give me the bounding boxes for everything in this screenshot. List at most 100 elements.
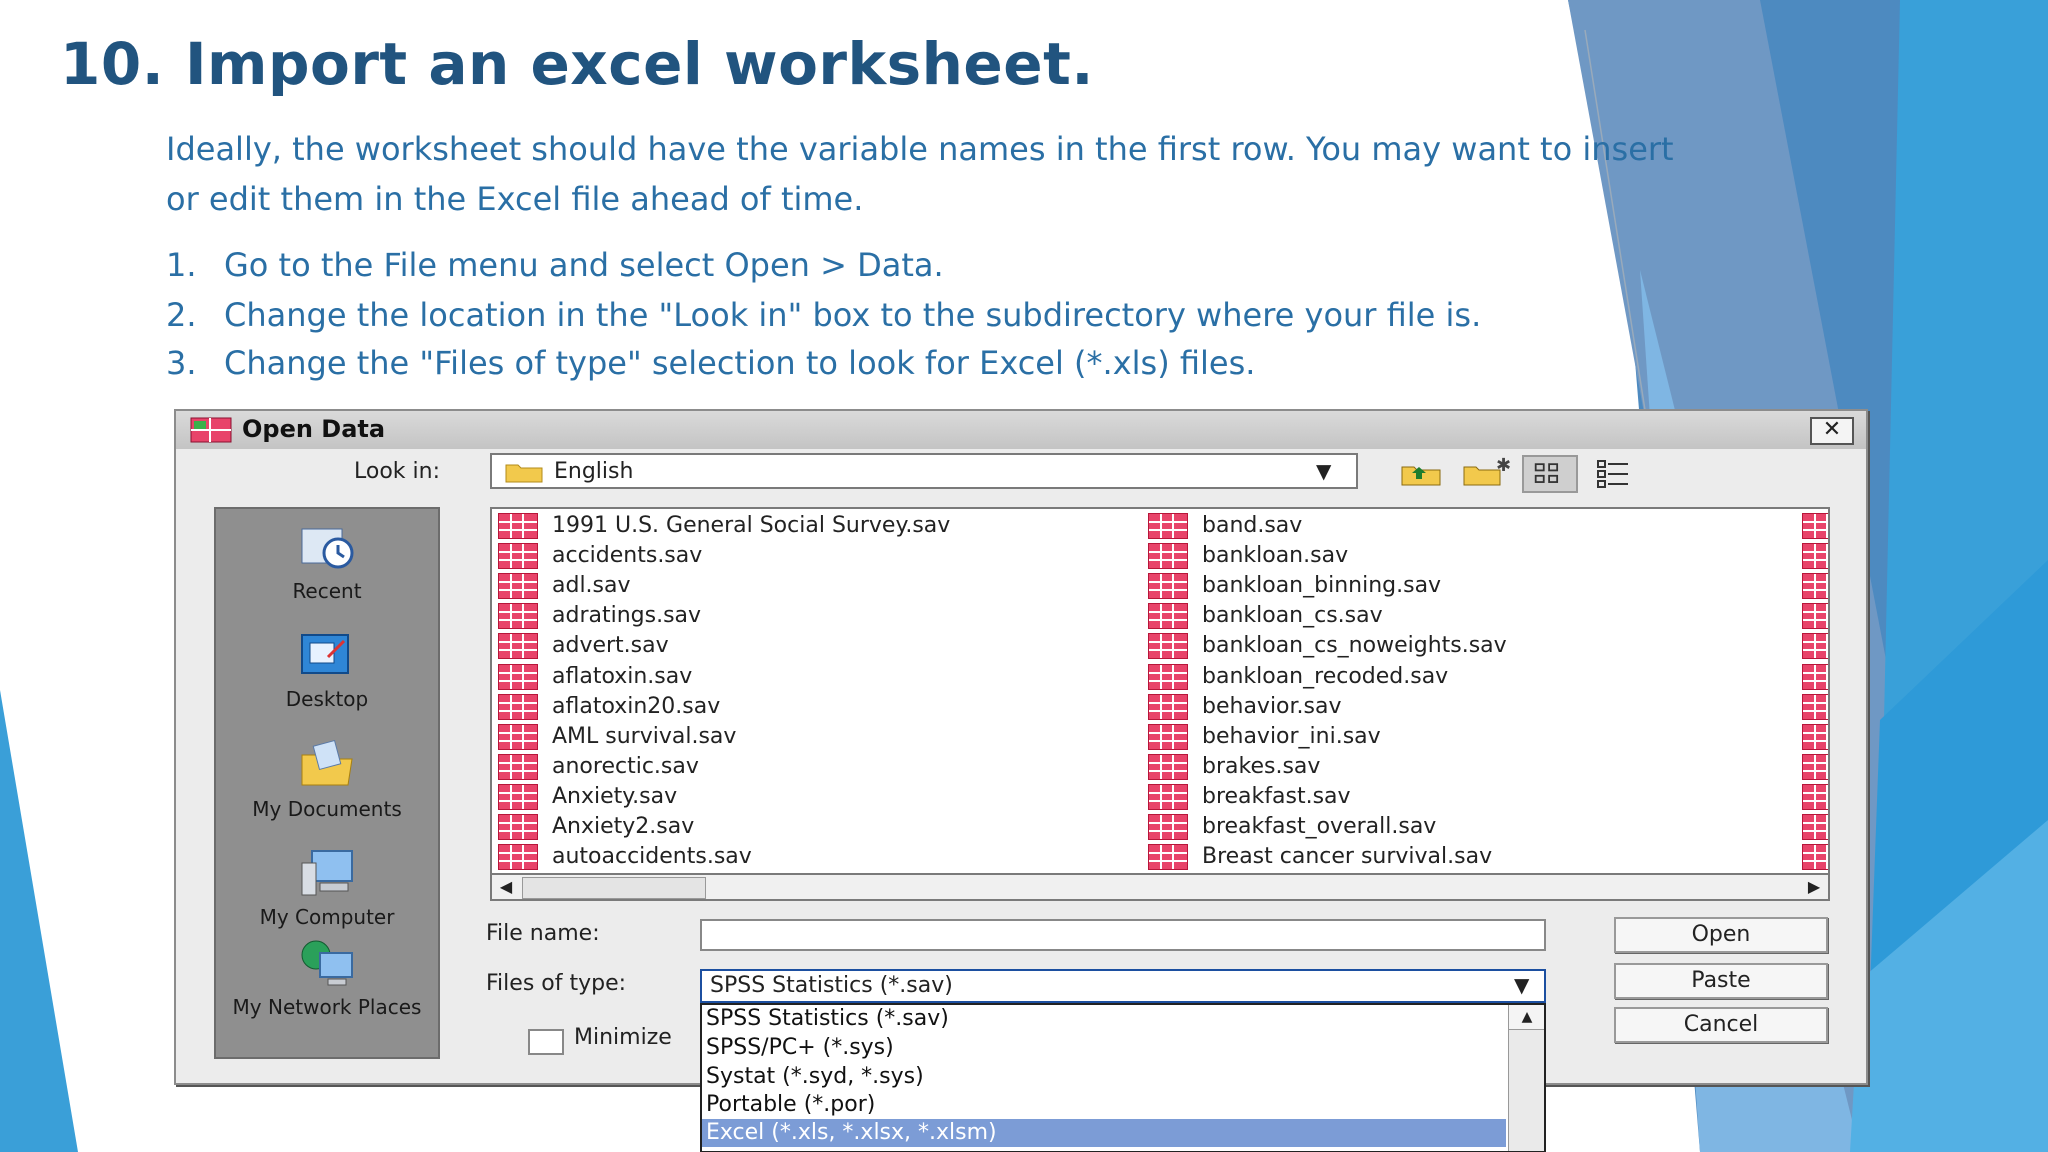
slide-title: 10. Import an excel worksheet. <box>60 30 1094 98</box>
scrollbar-thumb[interactable] <box>522 877 706 899</box>
file-name-label: File name: <box>486 921 600 946</box>
place-label: My Computer <box>259 905 395 929</box>
type-option[interactable]: Portable (*.por) <box>702 1091 1506 1119</box>
file-name: breakfast.sav <box>1202 783 1351 809</box>
up-folder-icon[interactable] <box>1394 455 1450 493</box>
place-recent[interactable]: Recent <box>216 519 438 603</box>
scroll-left-icon[interactable]: ◀ <box>492 875 520 899</box>
sav-file-icon <box>498 844 538 871</box>
sav-file-icon <box>1802 603 1828 630</box>
sav-file-icon <box>498 513 538 539</box>
file-name: aflatoxin20.sav <box>552 693 721 719</box>
documents-icon <box>301 739 353 786</box>
file-name: behavior.sav <box>1202 693 1342 719</box>
files-of-type-dropdown: SPSS Statistics (*.sav) SPSS/PC+ (*.sys)… <box>700 1003 1546 1152</box>
sav-file-icon <box>498 814 538 840</box>
file-name: advert.sav <box>552 633 669 659</box>
dialog-titlebar[interactable]: Open Data ✕ <box>176 411 1866 449</box>
paste-button[interactable]: Paste <box>1614 963 1828 999</box>
open-button[interactable]: Open <box>1614 917 1828 953</box>
file-name: behavior_ini.sav <box>1202 723 1381 749</box>
file-name: band.sav <box>1202 513 1303 538</box>
file-name: autoaccidents.sav <box>552 844 752 870</box>
cancel-button[interactable]: Cancel <box>1614 1007 1828 1043</box>
sav-file-icon <box>498 723 538 750</box>
step-1: 1. Go to the File menu and select Open > … <box>166 246 944 284</box>
sav-file-icon <box>1802 723 1828 750</box>
sav-file-icon <box>1802 814 1828 840</box>
look-in-value: English <box>554 459 634 484</box>
sav-file-icon <box>1148 814 1188 840</box>
sav-file-icon <box>498 603 538 630</box>
files-of-type-value: SPSS Statistics (*.sav) <box>710 973 953 998</box>
sav-file-icon <box>1148 603 1188 630</box>
place-my-documents[interactable]: My Documents <box>216 737 438 821</box>
sav-file-icon <box>1148 693 1188 720</box>
slide: 10. Import an excel worksheet. Ideally, … <box>0 0 2048 1152</box>
close-button[interactable]: ✕ <box>1810 417 1854 445</box>
file-name-input[interactable] <box>700 919 1546 951</box>
type-option[interactable]: SPSS Statistics (*.sav) <box>702 1005 1506 1033</box>
sav-file-icon <box>498 573 538 600</box>
details-view-icon[interactable] <box>1586 455 1642 493</box>
sav-file-icon <box>1148 844 1188 871</box>
computer-icon <box>301 850 353 896</box>
sav-file-icon <box>498 543 538 570</box>
step-text: Go to the File menu and select Open > Da… <box>224 246 944 284</box>
sav-file-icon <box>1148 573 1188 600</box>
sav-file-icon <box>1802 663 1828 690</box>
file-name: Anxiety.sav <box>552 783 678 809</box>
file-name: bankloan.sav <box>1202 543 1349 569</box>
look-in-select[interactable]: English ▼ <box>490 453 1358 489</box>
file-name: Anxiety2.sav <box>552 814 695 839</box>
file-name: aflatoxin.sav <box>552 663 693 689</box>
files-of-type-select[interactable]: SPSS Statistics (*.sav) ▼ <box>700 969 1546 1003</box>
file-name: bankloan_cs_noweights.sav <box>1202 633 1507 659</box>
scroll-up-icon[interactable]: ▲ <box>1509 1005 1544 1030</box>
type-option[interactable]: SPSS/PC+ (*.sys) <box>702 1034 1506 1062</box>
place-label: Recent <box>292 579 362 603</box>
minimize-checkbox[interactable] <box>528 1029 564 1055</box>
open-data-dialog: Open Data ✕ Look in: English ▼ ✱ Recent … <box>174 409 1868 1152</box>
sav-file-icon <box>498 783 538 810</box>
step-number: 2. <box>166 296 197 334</box>
sav-file-icon <box>498 633 538 660</box>
file-name: bankloan_cs.sav <box>1202 603 1383 629</box>
sav-file-icon <box>1148 663 1188 690</box>
file-name: anorectic.sav <box>552 753 699 779</box>
sav-file-icon <box>1148 543 1188 570</box>
type-option[interactable]: Systat (*.syd, *.sys) <box>702 1063 1506 1091</box>
type-option-selected[interactable]: Excel (*.xls, *.xlsx, *.xlsm) <box>702 1119 1506 1147</box>
sav-file-icon <box>1148 723 1188 750</box>
horizontal-scrollbar[interactable]: ◀ ▶ <box>490 875 1830 901</box>
file-name: 1991 U.S. General Social Survey.sav <box>552 513 951 538</box>
place-desktop[interactable]: Desktop <box>216 627 438 711</box>
place-my-network[interactable]: My Network Places <box>216 935 438 1019</box>
place-label: My Network Places <box>232 995 422 1019</box>
sav-file-icon <box>1802 753 1828 780</box>
chevron-down-icon[interactable]: ▼ <box>1514 973 1529 997</box>
places-bar: Recent Desktop My Documents My Computer … <box>214 507 440 1059</box>
sav-file-icon <box>1802 633 1828 660</box>
look-in-label: Look in: <box>354 459 440 484</box>
file-name: bankloan_binning.sav <box>1202 573 1442 599</box>
sav-file-icon <box>498 693 538 720</box>
new-folder-icon[interactable]: ✱ <box>1458 455 1514 493</box>
place-label: My Documents <box>252 797 402 821</box>
list-view-icon[interactable] <box>1522 455 1578 493</box>
minimize-label: Minimize <box>574 1025 672 1050</box>
spss-data-icon <box>190 417 232 443</box>
dropdown-scrollbar[interactable]: ▲ <box>1508 1005 1544 1151</box>
sav-file-icon <box>1148 633 1188 660</box>
chevron-down-icon[interactable]: ▼ <box>1316 459 1331 483</box>
step-number: 3. <box>166 344 197 382</box>
place-my-computer[interactable]: My Computer <box>216 845 438 929</box>
file-name: brakes.sav <box>1202 753 1321 779</box>
scroll-right-icon[interactable]: ▶ <box>1800 875 1828 899</box>
folder-icon <box>505 464 543 483</box>
file-list[interactable]: 1991 U.S. General Social Survey.sav accid… <box>490 507 1830 875</box>
sav-file-icon <box>1802 844 1828 871</box>
place-label: Desktop <box>285 687 369 711</box>
sav-file-icon <box>1802 543 1828 570</box>
file-name: adl.sav <box>552 573 631 599</box>
